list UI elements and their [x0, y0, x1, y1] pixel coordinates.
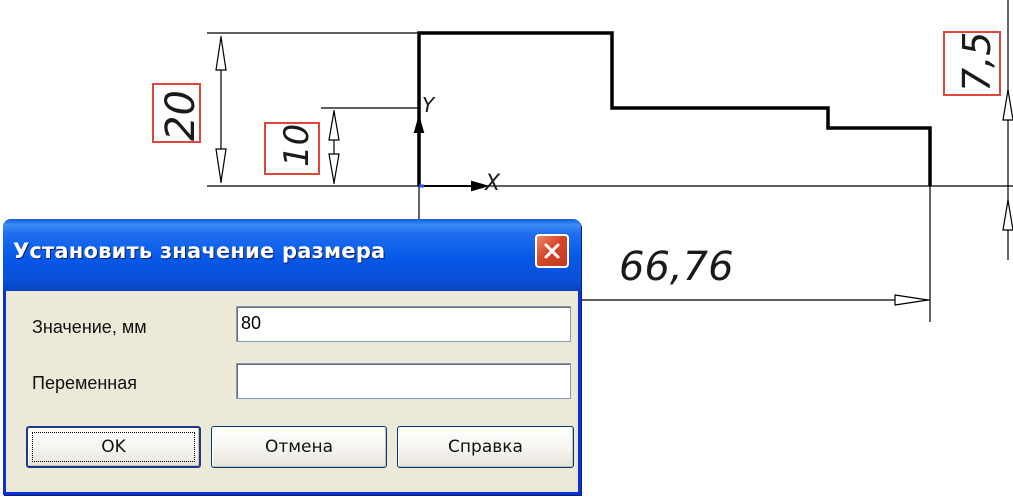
part-outline — [417, 31, 932, 186]
focus-rectangle — [32, 432, 195, 462]
close-button[interactable] — [535, 234, 569, 268]
dialog-title: Установить значение размера — [13, 239, 386, 263]
cancel-button[interactable]: Отмена — [211, 426, 387, 468]
axis-x-label: X — [484, 171, 501, 196]
close-icon — [544, 243, 560, 259]
ok-button[interactable]: OK — [26, 426, 201, 468]
dimension-value-10: 10 — [277, 124, 317, 167]
dimension-line-10 — [328, 110, 340, 184]
dimension-line-20 — [215, 36, 227, 183]
value-input[interactable]: 80 — [236, 306, 571, 342]
help-button-label: Справка — [448, 437, 523, 457]
dimension-value-20: 20 — [158, 90, 204, 141]
value-label: Значение, мм — [32, 317, 147, 337]
dialog-titlebar[interactable]: Установить значение размера — [3, 219, 581, 291]
variable-input[interactable] — [236, 363, 571, 399]
dimension-value-7-5: 7,5 — [955, 32, 999, 92]
help-button[interactable]: Справка — [397, 426, 574, 468]
cancel-button-label: Отмена — [264, 437, 334, 457]
axis-y-label: Y — [422, 93, 436, 117]
set-dimension-dialog: Установить значение размера Значение, мм… — [3, 219, 581, 495]
variable-label: Переменная — [32, 373, 137, 393]
dimension-value-length: 66,76 — [619, 244, 734, 290]
coordinate-axes — [413, 114, 490, 192]
dimension-line-length — [894, 294, 929, 306]
